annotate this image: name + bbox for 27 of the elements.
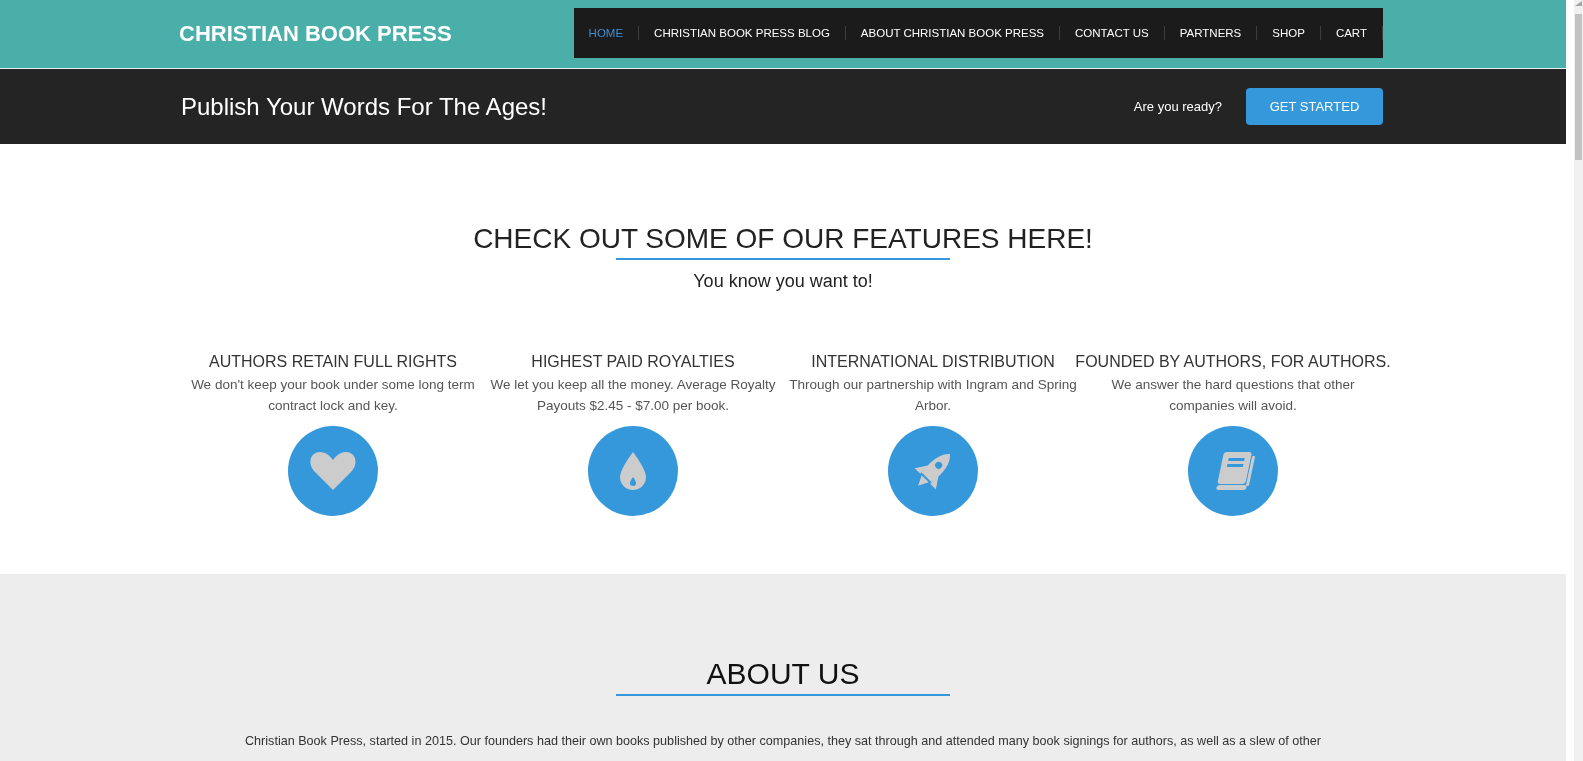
nav-link[interactable]: ABOUT CHRISTIAN BOOK PRESS [845,26,1061,40]
feature-title: INTERNATIONAL DISTRIBUTION [811,352,1055,372]
nav-link[interactable]: SHOP [1257,26,1321,40]
feature-description: Through our partnership with Ingram and Spring Arbor. [788,376,1078,415]
section-subtitle: You know you want to! [692,270,874,292]
nav-link[interactable]: CART [1320,26,1383,40]
nav-link[interactable]: CHRISTIAN BOOK PRESS BLOG [639,26,846,40]
about-paragraph: Christian Book Press, started in 2015. Our founders had their own books published by other companies, they sat through and attended many book signings for authors, as well as a slew of other [244,733,1322,750]
section-heading: CHECK OUT SOME OF OUR FEATURES HERE! [472,222,1094,256]
scrollbar-thumb[interactable] [1575,14,1582,160]
section-heading: ABOUT US [705,656,861,692]
scroll-up-icon[interactable] [1575,1,1582,6]
tagline: Publish Your Words For The Ages! [181,92,547,121]
feature-title: AUTHORS RETAIN FULL RIGHTS [209,352,457,372]
feature-description: We let you keep all the money. Average Royalty Payouts $2.45 - $7.00 per book. [489,376,777,415]
scrollbar-track[interactable] [1574,0,1583,761]
feature-title: FOUNDED BY AUTHORS, FOR AUTHORS. [1075,352,1391,372]
nav-link[interactable]: CONTACT US [1060,26,1165,40]
drop-icon [588,426,678,516]
feature-description: We don't keep your book under some long term contract lock and key. [190,376,476,415]
nav-link[interactable]: PARTNERS [1164,26,1258,40]
feature-description: We answer the hard questions that other companies will avoid. [1110,376,1356,415]
nav-link[interactable]: HOME [573,26,640,40]
ready-prompt: Are you ready? [1133,99,1222,114]
feature-title: HIGHEST PAID ROYALTIES [531,352,735,372]
rocket-icon [888,426,978,516]
book-icon [1188,426,1278,516]
